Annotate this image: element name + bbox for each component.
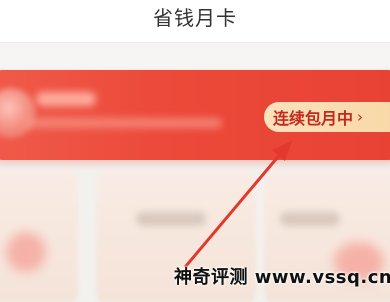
watermark: 神奇评测 www.vssq.cn (174, 267, 390, 288)
user-name-blurred (36, 92, 96, 106)
card-label-blurred (280, 212, 340, 226)
card-label-blurred (136, 212, 206, 226)
coupon-card[interactable] (0, 172, 78, 302)
card-graphic-blurred (6, 232, 46, 272)
top-bar: 省钱月卡 (0, 0, 390, 43)
avatar (0, 88, 36, 138)
spacer (0, 43, 390, 69)
page-title: 省钱月卡 (153, 6, 237, 30)
chevron-right-icon: › (357, 108, 364, 126)
membership-banner: 连续包月中 › (0, 70, 390, 160)
status-label: 连续包月中 (273, 109, 354, 128)
banner-subtext-blurred (22, 118, 222, 128)
auto-renew-status-button[interactable]: 连续包月中 › (264, 102, 390, 132)
